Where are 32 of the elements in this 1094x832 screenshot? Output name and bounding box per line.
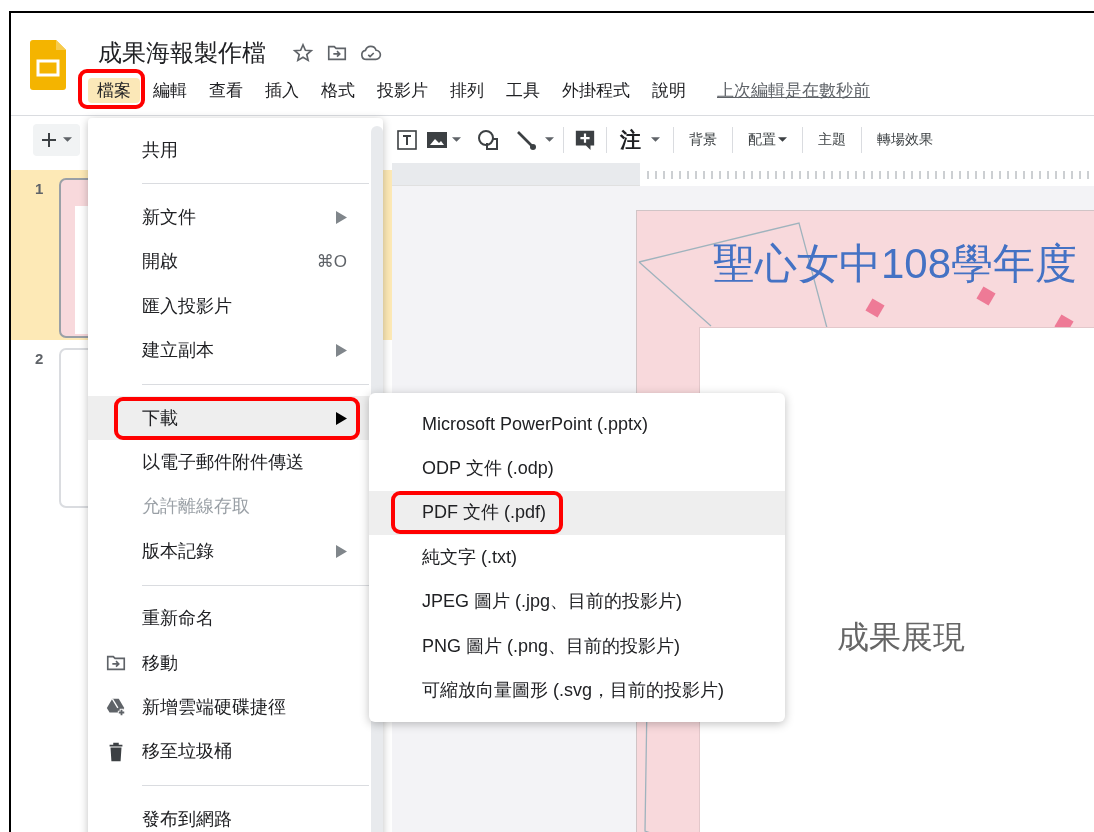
menu-item[interactable]: 移至垃圾桶 xyxy=(88,729,383,775)
slide-text: 成果展現 xyxy=(837,618,965,657)
toolbar-button[interactable]: 配置 xyxy=(742,127,793,152)
menu-item[interactable]: ODP 文件 (.odp) xyxy=(369,446,785,491)
slide-number: 2 xyxy=(35,349,44,369)
toolbar-button[interactable]: 背景 xyxy=(683,127,723,152)
menu-item[interactable]: 說明 xyxy=(643,77,695,103)
menu-item[interactable]: 開啟 ⌘O xyxy=(88,239,383,285)
menu-item[interactable]: 編輯 xyxy=(144,77,196,103)
menu-item[interactable]: 工具 xyxy=(497,77,549,103)
toolbar-button[interactable]: 主題 xyxy=(812,127,852,152)
menu-item[interactable]: 檔案 xyxy=(88,77,140,103)
menu-item[interactable]: 匯入投影片 xyxy=(88,284,383,329)
slide-number: 1 xyxy=(35,179,44,199)
menu-item[interactable]: 建立副本 xyxy=(88,328,383,373)
menu-item[interactable]: 新文件 xyxy=(88,195,383,240)
menu-item[interactable]: 查看 xyxy=(200,77,252,103)
menu-item[interactable]: JPEG 圖片 (.jpg、目前的投影片) xyxy=(369,579,785,624)
input-tool-button[interactable]: 注 xyxy=(616,123,664,156)
menu-item[interactable]: PDF 文件 (.pdf) xyxy=(369,490,785,536)
menu-item[interactable]: 格式 xyxy=(312,77,364,103)
shortcut-label: ⌘O xyxy=(316,251,347,274)
menu-item[interactable]: 投影片 xyxy=(368,77,437,103)
menu-item[interactable]: 外掛程式 xyxy=(553,77,639,103)
menu-item[interactable]: 排列 xyxy=(441,77,493,103)
slide-title: 聖心女中108學年度 xyxy=(713,239,1078,289)
menu-item[interactable]: 插入 xyxy=(256,77,308,103)
menu-item[interactable]: 共用 xyxy=(88,128,383,173)
last-edit-link[interactable]: 上次編輯是在數秒前 xyxy=(717,78,870,104)
menu-item[interactable]: 發布到網路 xyxy=(88,797,383,832)
document-title[interactable]: 成果海報製作檔 xyxy=(98,40,266,66)
toolbar-button[interactable]: 轉場效果 xyxy=(871,127,939,152)
